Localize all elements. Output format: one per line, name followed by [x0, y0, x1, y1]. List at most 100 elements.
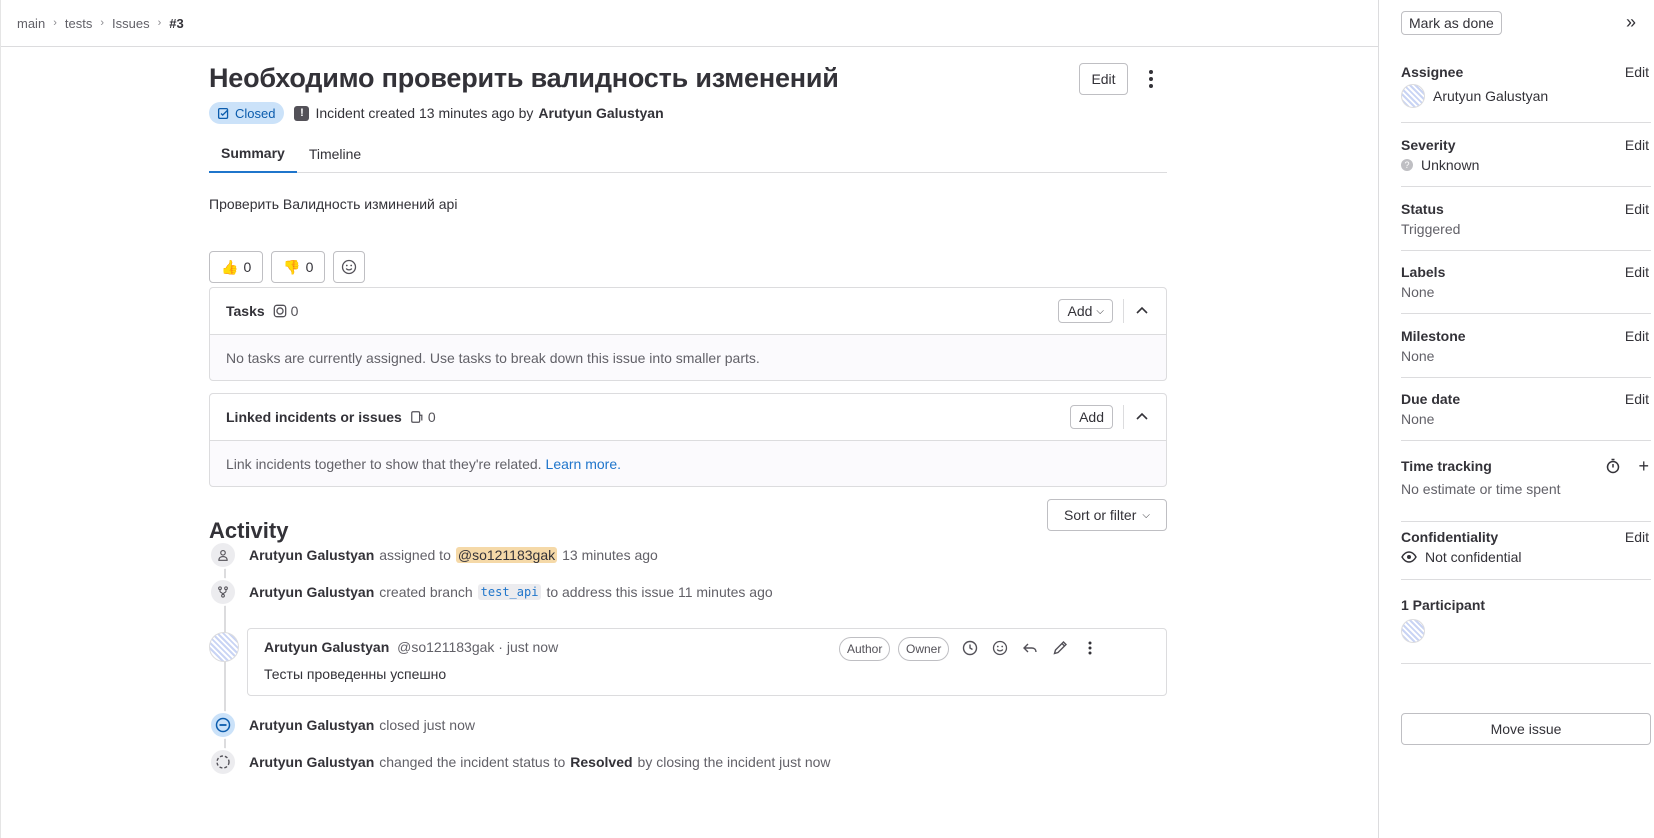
event-action: created branch	[379, 584, 473, 600]
sort-filter-dropdown[interactable]: Sort or filter ⌵	[1047, 499, 1167, 531]
chevron-up-icon[interactable]	[1134, 409, 1150, 425]
sidebar-title: Assignee	[1401, 64, 1464, 80]
breadcrumb: main › tests › Issues › #3	[17, 16, 184, 31]
edit-assignee-link[interactable]: Edit	[1625, 64, 1649, 80]
linked-empty-text: Link incidents together to show that the…	[226, 455, 542, 472]
tasks-card-header: Tasks 0 Add ⌵	[210, 288, 1166, 335]
pencil-icon[interactable]	[1051, 638, 1069, 658]
tab-summary[interactable]: Summary	[209, 135, 297, 173]
sidebar-due-date: Due date Edit None	[1401, 391, 1651, 441]
edit-issue-button[interactable]: Edit	[1079, 63, 1128, 95]
event-rest: by closing the incident just now	[637, 754, 831, 770]
sidebar-labels: Labels Edit None	[1401, 264, 1651, 314]
mark-as-done-button[interactable]: Mark as done	[1401, 11, 1502, 35]
activity-event-assigned: Arutyun Galustyan assigned to @so121183g…	[209, 541, 658, 569]
thumbs-down-button[interactable]: 👎 0	[271, 251, 326, 283]
event-action: assigned to	[379, 547, 451, 563]
stopwatch-icon[interactable]	[1605, 458, 1621, 477]
sidebar-title: Confidentiality	[1401, 529, 1499, 545]
smiley-icon[interactable]	[991, 638, 1009, 658]
move-issue-button[interactable]: Move issue	[1401, 713, 1651, 745]
comment-header: Arutyun Galustyan @so121183gak · just no…	[264, 639, 558, 655]
event-rest: to address this issue 11 minutes ago	[546, 584, 773, 600]
event-time: 13 minutes ago	[562, 547, 658, 563]
thumbs-down-count: 0	[305, 259, 314, 275]
sidebar-participants: 1 Participant	[1401, 597, 1651, 664]
thumbs-up-icon: 👍	[221, 258, 239, 275]
issue-description: Проверить Валидность изминений api	[209, 196, 458, 212]
status-badge: Closed	[209, 102, 285, 124]
tasks-card: Tasks 0 Add ⌵ No tasks are currently ass…	[209, 287, 1167, 381]
chevron-down-icon: ⌵	[1142, 509, 1150, 521]
issue-meta: Closed ! Incident created 13 minutes ago…	[209, 102, 664, 124]
labels-value: None	[1401, 284, 1435, 300]
add-reaction-button[interactable]	[333, 251, 366, 283]
issue-author-link[interactable]: Arutyun Galustyan	[538, 105, 663, 121]
breadcrumb-item-issues[interactable]: Issues	[112, 16, 150, 31]
sidebar-title: Labels	[1401, 264, 1446, 280]
issue-closed-icon	[217, 107, 229, 119]
issue-closed-icon	[209, 711, 237, 739]
issue-tabs: Summary Timeline	[209, 135, 1167, 173]
milestone-value: None	[1401, 348, 1435, 364]
edit-status-link[interactable]: Edit	[1625, 201, 1649, 217]
author-badge: Author	[839, 637, 891, 661]
event-status-value: Resolved	[570, 754, 633, 770]
edit-labels-link[interactable]: Edit	[1625, 264, 1649, 280]
plus-icon[interactable]: +	[1638, 456, 1649, 477]
chevron-down-icon: ⌵	[1096, 305, 1104, 317]
linked-count-value: 0	[427, 409, 436, 425]
comment-note: Arutyun Galustyan @so121183gak · just no…	[247, 628, 1167, 696]
issue-meta-text: Incident created 13 minutes ago by	[315, 105, 534, 121]
edit-due-date-link[interactable]: Edit	[1625, 391, 1649, 407]
add-task-label: Add	[1067, 303, 1093, 319]
comment-author-link[interactable]: Arutyun Galustyan	[264, 639, 389, 655]
status-badge-label: Closed	[235, 105, 276, 121]
sidebar-milestone: Milestone Edit None	[1401, 328, 1651, 378]
learn-more-link[interactable]: Learn more.	[546, 456, 621, 472]
chevron-up-icon[interactable]	[1134, 303, 1150, 319]
breadcrumb-item-current[interactable]: #3	[169, 16, 183, 31]
tab-timeline[interactable]: Timeline	[297, 135, 373, 173]
branch-name-link[interactable]: test_api	[477, 584, 542, 600]
thumbs-up-button[interactable]: 👍 0	[209, 251, 264, 283]
edit-confidentiality-link[interactable]: Edit	[1625, 529, 1649, 545]
clock-icon[interactable]	[961, 638, 979, 658]
add-task-dropdown[interactable]: Add ⌵	[1058, 299, 1113, 323]
eye-icon	[1401, 551, 1417, 563]
status-value: Triggered	[1401, 221, 1461, 237]
tasks-count: 0	[273, 303, 298, 319]
sort-filter-label: Sort or filter	[1064, 507, 1137, 523]
more-actions-icon[interactable]	[1081, 638, 1099, 658]
breadcrumb-item-tests[interactable]: tests	[65, 16, 92, 31]
sidebar-title: Due date	[1401, 391, 1461, 407]
event-user-link[interactable]: Arutyun Galustyan	[249, 754, 374, 770]
page-left-border	[0, 0, 1, 838]
smiley-icon	[342, 259, 357, 275]
event-user-link[interactable]: Arutyun Galustyan	[249, 547, 374, 563]
event-user-link[interactable]: Arutyun Galustyan	[249, 584, 374, 600]
reply-icon[interactable]	[1021, 638, 1039, 658]
avatar[interactable]	[1401, 84, 1425, 108]
sidebar-time-tracking: Time tracking + No estimate or time spen…	[1401, 456, 1651, 522]
chevron-right-icon: ›	[53, 17, 57, 29]
event-user-link[interactable]: Arutyun Galustyan	[249, 717, 374, 733]
sidebar-title: 1 Participant	[1401, 597, 1486, 613]
chevron-right-icon: ›	[157, 17, 162, 29]
severity-value: ? Unknown	[1401, 157, 1651, 173]
add-linked-button[interactable]: Add	[1070, 405, 1113, 429]
thumbs-up-count: 0	[243, 259, 252, 275]
event-action: closed just now	[379, 717, 475, 733]
assignee-value: Arutyun Galustyan	[1401, 84, 1651, 108]
assignee-name[interactable]: Arutyun Galustyan	[1433, 88, 1548, 104]
confidentiality-text: Not confidential	[1425, 549, 1522, 565]
edit-milestone-link[interactable]: Edit	[1625, 328, 1649, 344]
sidebar-title: Milestone	[1401, 328, 1466, 344]
collapse-sidebar-icon[interactable]: »	[1626, 12, 1636, 33]
breadcrumb-item-main[interactable]: main	[17, 16, 45, 31]
avatar[interactable]	[209, 632, 239, 662]
more-actions-icon[interactable]	[1139, 65, 1163, 93]
user-mention[interactable]: @so121183gak	[455, 547, 558, 563]
avatar[interactable]	[1401, 619, 1425, 643]
edit-severity-link[interactable]: Edit	[1625, 137, 1649, 153]
